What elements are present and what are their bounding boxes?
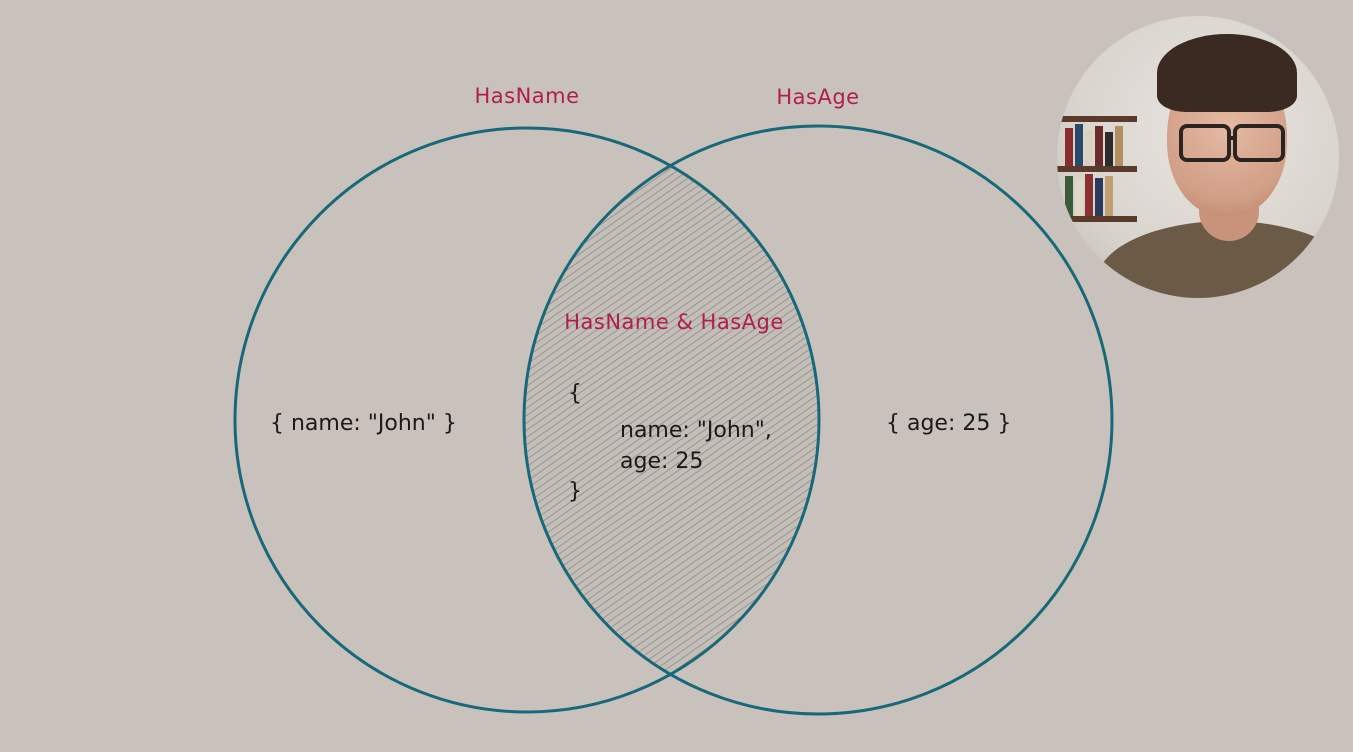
hasage-label: HasAge (776, 85, 859, 109)
hair (1157, 34, 1297, 112)
intersection-close-brace: } (568, 479, 582, 504)
books-icon (1065, 172, 1137, 216)
glasses-bridge (1227, 136, 1237, 140)
books-icon (1065, 122, 1137, 166)
left-only-object: { name: "John" } (270, 411, 457, 436)
intersection-line-name: name: "John", (620, 418, 772, 443)
glasses-icon (1179, 124, 1231, 162)
intersection-label: HasName & HasAge (564, 310, 784, 334)
intersection-line-age: age: 25 (620, 449, 703, 474)
hasname-label: HasName (474, 84, 579, 108)
presenter-webcam-icon (1057, 16, 1339, 298)
intersection-open-brace: { (568, 381, 582, 406)
bookshelf-board (1057, 216, 1137, 222)
right-only-object: { age: 25 } (886, 411, 1011, 436)
glasses-icon (1233, 124, 1285, 162)
